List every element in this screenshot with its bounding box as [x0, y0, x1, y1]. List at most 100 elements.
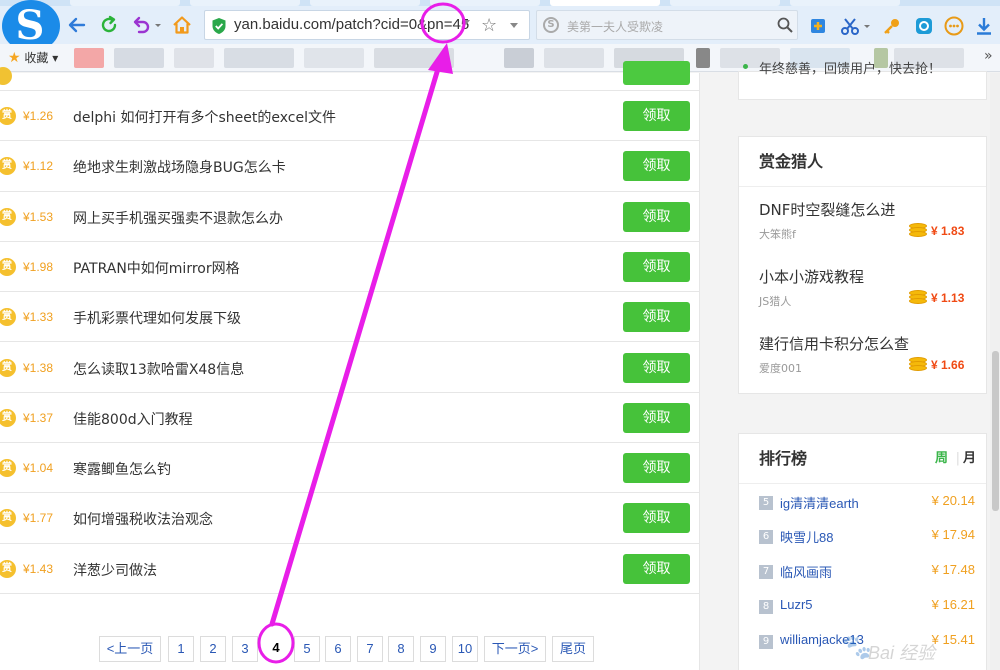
address-dropdown-icon[interactable] [462, 20, 470, 25]
address-bar[interactable]: yan.baidu.com/patch?cid=0&pn=45 ☆ [204, 10, 530, 40]
undo-icon[interactable] [128, 12, 154, 38]
question-link[interactable]: 网上买手机强买强卖不退款怎么办 [73, 208, 283, 228]
ranking-row: 7 临风画雨 ¥ 17.48 [759, 561, 979, 583]
scissors-icon[interactable] [840, 16, 860, 36]
list-item: 赏 ¥1.12 绝地求生刺激战场隐身BUG怎么卡 领取 [0, 141, 700, 192]
app-icon[interactable] [914, 16, 934, 36]
claim-button[interactable]: 领取 [623, 553, 690, 584]
bounty-username: JS猎人 [759, 295, 792, 308]
page-button[interactable]: 10 [452, 636, 478, 662]
search-placeholder[interactable]: 美第一夫人受欺凌 [567, 18, 663, 35]
scrollbar-thumb[interactable] [992, 351, 999, 511]
question-link[interactable]: 佳能800d入门教程 [73, 409, 193, 429]
bookmark-item[interactable] [374, 48, 454, 68]
coin-stack-icon [909, 290, 927, 304]
bounty-amount: ¥1.12 [23, 159, 54, 174]
extension-icon[interactable] [808, 16, 828, 36]
bounty-coin-icon: 赏 [0, 207, 16, 226]
page-button[interactable]: 6 [325, 636, 351, 662]
claim-button[interactable]: 领取 [623, 352, 690, 383]
question-link[interactable]: delphi 如何打开有多个sheet的excel文件 [73, 107, 336, 127]
claim-button[interactable]: 领取 [623, 302, 690, 333]
ranking-user-link[interactable]: Luzr5 [780, 597, 813, 612]
claim-button[interactable]: 领取 [623, 151, 690, 182]
search-box[interactable]: S 美第一夫人受欺凌 [536, 10, 798, 40]
question-link[interactable]: 洋葱少司做法 [73, 560, 157, 580]
favorites-more-icon[interactable]: » [984, 48, 993, 64]
claim-button[interactable]: 领取 [623, 402, 690, 433]
ranking-title: 排行榜 周 | 月 [739, 434, 986, 484]
bounty-hunter-item[interactable]: 小本小游戏教程 JS猎人 ¥ 1.13 [759, 266, 979, 308]
scissors-dropdown-icon[interactable] [862, 16, 872, 36]
page-button[interactable]: 8 [388, 636, 414, 662]
back-arrow-icon[interactable] [64, 12, 90, 38]
claim-button[interactable]: 领取 [623, 251, 690, 282]
page-button[interactable]: 3 [232, 636, 258, 662]
bullet-icon [743, 64, 748, 69]
home-icon[interactable] [169, 12, 195, 38]
question-link[interactable]: 寒露鲫鱼怎么钓 [73, 459, 171, 479]
list-item: 赏 ¥1.38 怎么读取13款哈雷X48信息 领取 [0, 343, 700, 393]
bounty-question-title[interactable]: 小本小游戏教程 [759, 266, 979, 287]
tab-week[interactable]: 周 [935, 434, 948, 484]
search-icon[interactable] [777, 17, 793, 37]
next-page-button[interactable]: 下一页> [484, 636, 546, 662]
bounty-hunter-item[interactable]: DNF时空裂缝怎么进 大笨熊f ¥ 1.83 [759, 199, 979, 241]
claim-button[interactable]: 领取 [623, 503, 690, 534]
bookmark-item[interactable] [74, 48, 104, 68]
bookmark-item[interactable] [304, 48, 364, 68]
address-url[interactable]: yan.baidu.com/patch?cid=0&pn=45 [234, 16, 469, 33]
bookmark-item[interactable] [696, 48, 710, 68]
promo-text[interactable]: 年终慈善，回馈用户，快去抢！ [759, 58, 941, 77]
tab-month[interactable]: 月 [963, 434, 976, 484]
bookmark-item[interactable] [224, 48, 294, 68]
bounty-hunters-title: 赏金猎人 [739, 137, 986, 187]
ranking-user-link[interactable]: 映雪儿88 [780, 527, 833, 546]
prev-page-button[interactable]: <上一页 [99, 636, 161, 662]
search-engine-icon[interactable]: S [543, 17, 559, 33]
bounty-hunters-card: 赏金猎人 DNF时空裂缝怎么进 大笨熊f ¥ 1.83 小本小游戏教程 JS猎人… [738, 136, 987, 394]
last-page-button[interactable]: 尾页 [552, 636, 594, 662]
question-link[interactable]: PATRAN中如何mirror网格 [73, 258, 240, 278]
page-button[interactable]: 9 [420, 636, 446, 662]
bounty-hunter-item[interactable]: 建行信用卡积分怎么查 爱度001 ¥ 1.66 [759, 333, 979, 375]
bounty-coin-icon: 赏 [0, 358, 16, 377]
page-button[interactable]: 2 [200, 636, 226, 662]
favorites-button[interactable]: ★ 收藏 ▾ [8, 49, 58, 66]
key-icon[interactable] [882, 16, 902, 36]
question-link[interactable]: 绝地求生刺激战场隐身BUG怎么卡 [73, 157, 286, 177]
bounty-coin-icon: 赏 [0, 408, 16, 427]
bounty-coin-icon: 赏 [0, 509, 16, 528]
claim-button[interactable]: 领取 [623, 101, 690, 131]
vertical-scrollbar[interactable] [990, 73, 1000, 670]
bookmark-item[interactable] [174, 48, 214, 68]
page-button[interactable]: 5 [294, 636, 320, 662]
ranking-user-link[interactable]: 临风画雨 [780, 562, 832, 581]
bounty-coin-icon: 赏 [0, 157, 16, 176]
undo-dropdown-icon[interactable] [152, 12, 164, 38]
question-link[interactable]: 手机彩票代理如何发展下级 [73, 308, 241, 328]
question-link[interactable]: 怎么读取13款哈雷X48信息 [73, 359, 244, 379]
list-item: 赏 ¥1.04 寒露鲫鱼怎么钓 领取 [0, 443, 700, 494]
bookmark-dropdown-icon[interactable] [510, 23, 518, 28]
page-button[interactable]: 1 [168, 636, 194, 662]
bounty-amount: ¥1.38 [23, 360, 54, 375]
question-link[interactable]: 如何增强税收法治观念 [73, 509, 213, 529]
bookmark-item[interactable] [114, 48, 164, 68]
claim-button[interactable] [623, 61, 690, 85]
download-icon[interactable] [974, 16, 994, 36]
ranking-user-link[interactable]: ig清清清earth [780, 493, 859, 512]
star-icon[interactable]: ☆ [481, 15, 497, 36]
bounty-question-title[interactable]: DNF时空裂缝怎么进 [759, 199, 979, 220]
more-options-icon[interactable] [944, 16, 964, 36]
bookmark-item[interactable] [544, 48, 604, 68]
bookmark-item[interactable] [504, 48, 534, 68]
page-button[interactable]: 7 [357, 636, 383, 662]
list-item: 赏 ¥1.26 delphi 如何打开有多个sheet的excel文件 领取 [0, 91, 700, 142]
bounty-question-title[interactable]: 建行信用卡积分怎么查 [759, 333, 979, 354]
claim-button[interactable]: 领取 [623, 201, 690, 232]
claim-button[interactable]: 领取 [623, 453, 690, 484]
bounty-username: 大笨熊f [759, 228, 796, 241]
ranking-title-text: 排行榜 [759, 449, 808, 468]
refresh-icon[interactable] [96, 12, 122, 38]
